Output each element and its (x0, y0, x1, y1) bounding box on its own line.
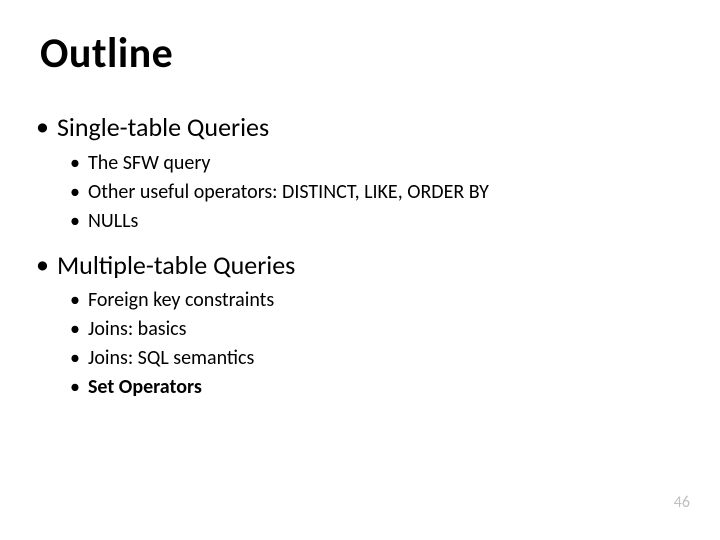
item-label: Joins: SQL semantics (88, 345, 254, 372)
list-item: • Joins: SQL semantics (70, 345, 680, 372)
list-item: • The SFW query (70, 150, 680, 177)
list-item: • Foreign key constraints (70, 287, 680, 314)
list-item: • Joins: basics (70, 316, 680, 343)
bullet-icon: • (70, 374, 80, 401)
item-label: The SFW query (88, 150, 211, 177)
slide-title: Outline (40, 28, 680, 79)
bullet-icon: • (70, 316, 80, 343)
list-item: • NULLs (70, 208, 680, 235)
bullet-icon: • (70, 150, 80, 177)
sub-list: • The SFW query • Other useful operators… (70, 150, 680, 235)
item-label: Other useful operators: DISTINCT, LIKE, … (88, 179, 489, 206)
item-label: Joins: basics (88, 316, 187, 343)
bullet-icon: • (70, 208, 80, 235)
list-item: • Other useful operators: DISTINCT, LIKE… (70, 179, 680, 206)
item-label: Set Operators (88, 374, 202, 401)
bullet-icon: • (70, 345, 80, 372)
item-label: NULLs (88, 208, 138, 235)
page-number: 46 (674, 493, 690, 512)
sub-list: • Foreign key constraints • Joins: basic… (70, 287, 680, 401)
item-label: Single-table Queries (57, 111, 269, 144)
bullet-icon: • (36, 249, 49, 280)
slide: Outline • Single-table Queries • The SFW… (0, 0, 720, 540)
bullet-icon: • (70, 287, 80, 314)
bullet-icon: • (36, 111, 49, 142)
outline-list: • Single-table Queries • The SFW query •… (40, 111, 680, 401)
item-label: Multiple-table Queries (57, 249, 295, 282)
item-label: Foreign key constraints (88, 287, 274, 314)
list-item: • Single-table Queries • The SFW query •… (40, 111, 680, 235)
list-item: • Multiple-table Queries • Foreign key c… (40, 249, 680, 402)
bullet-icon: • (70, 179, 80, 206)
list-item: • Set Operators (70, 374, 680, 401)
